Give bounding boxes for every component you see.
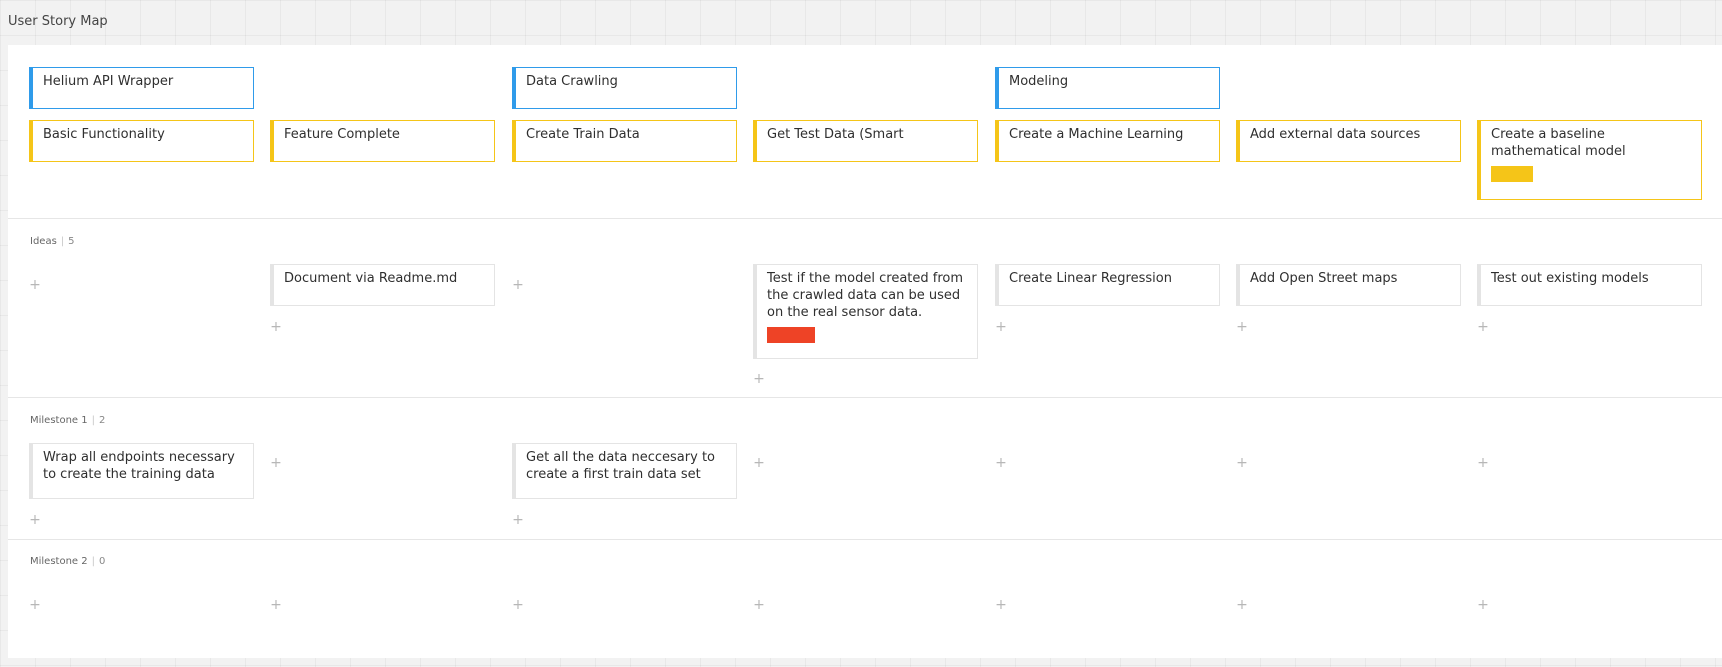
feature-card[interactable]: Create Train Data	[512, 120, 737, 162]
add-card-button[interactable]: +	[752, 598, 766, 612]
color-tag	[1491, 166, 1533, 182]
epic-label: Data Crawling	[526, 74, 618, 89]
add-card-button[interactable]: +	[269, 456, 283, 470]
epic-card[interactable]: Data Crawling	[512, 67, 737, 109]
add-card-button[interactable]: +	[511, 513, 525, 527]
epic-label: Modeling	[1009, 74, 1069, 89]
story-card[interactable]: Create Linear Regression	[995, 264, 1220, 306]
lane-count: 0	[99, 556, 106, 567]
story-card[interactable]: Test out existing models	[1477, 264, 1702, 306]
add-card-button[interactable]: +	[269, 598, 283, 612]
frame-title: User Story Map	[8, 14, 108, 29]
lane-separator: |	[91, 556, 95, 567]
feature-label: Get Test Data (Smart	[767, 127, 904, 142]
lane-label-ideas: Ideas | 5	[30, 236, 75, 247]
feature-label: Add external data sources	[1250, 127, 1421, 142]
epic-label: Helium API Wrapper	[43, 74, 174, 89]
lane-divider	[8, 397, 1722, 398]
feature-label: Create a baseline mathematical model	[1491, 127, 1626, 159]
lane-label-milestone-2: Milestone 2 | 0	[30, 556, 105, 567]
feature-label: Basic Functionality	[43, 127, 165, 142]
epic-card[interactable]: Modeling	[995, 67, 1220, 109]
add-card-button[interactable]: +	[1476, 598, 1490, 612]
add-card-button[interactable]: +	[752, 456, 766, 470]
story-text: Wrap all endpoints necessary to create t…	[43, 450, 235, 482]
feature-card[interactable]: Feature Complete	[270, 120, 495, 162]
add-card-button[interactable]: +	[1235, 456, 1249, 470]
add-card-button[interactable]: +	[752, 372, 766, 386]
add-card-button[interactable]: +	[994, 598, 1008, 612]
lane-divider	[8, 218, 1722, 219]
story-text: Document via Readme.md	[284, 271, 458, 286]
lane-count: 5	[68, 236, 75, 247]
feature-card[interactable]: Basic Functionality	[29, 120, 254, 162]
lane-separator: |	[60, 236, 65, 247]
story-text: Test out existing models	[1491, 271, 1649, 286]
color-tag	[767, 327, 815, 343]
story-text: Test if the model created from the crawl…	[767, 271, 964, 320]
add-card-button[interactable]: +	[269, 320, 283, 334]
lane-divider	[8, 539, 1722, 540]
feature-card[interactable]: Create a baseline mathematical model	[1477, 120, 1702, 200]
feature-card[interactable]: Create a Machine Learning	[995, 120, 1220, 162]
lane-separator: |	[91, 415, 95, 426]
add-card-button[interactable]: +	[511, 278, 525, 292]
story-card[interactable]: Add Open Street maps	[1236, 264, 1461, 306]
lane-name: Milestone 1	[30, 415, 88, 426]
story-map-board: Helium API Wrapper Data Crawling Modelin…	[8, 45, 1722, 658]
story-text: Create Linear Regression	[1009, 271, 1172, 286]
feature-label: Feature Complete	[284, 127, 400, 142]
feature-card[interactable]: Get Test Data (Smart	[753, 120, 978, 162]
story-text: Get all the data neccesary to create a f…	[526, 450, 715, 482]
add-card-button[interactable]: +	[1476, 320, 1490, 334]
lane-label-milestone-1: Milestone 1 | 2	[30, 415, 105, 426]
add-card-button[interactable]: +	[1235, 598, 1249, 612]
add-card-button[interactable]: +	[511, 598, 525, 612]
story-card[interactable]: Wrap all endpoints necessary to create t…	[29, 443, 254, 499]
story-text: Add Open Street maps	[1250, 271, 1398, 286]
lane-count: 2	[99, 415, 106, 426]
story-card[interactable]: Test if the model created from the crawl…	[753, 264, 978, 359]
add-card-button[interactable]: +	[994, 320, 1008, 334]
feature-label: Create Train Data	[526, 127, 640, 142]
add-card-button[interactable]: +	[1476, 456, 1490, 470]
add-card-button[interactable]: +	[1235, 320, 1249, 334]
add-card-button[interactable]: +	[994, 456, 1008, 470]
story-card[interactable]: Get all the data neccesary to create a f…	[512, 443, 737, 499]
lane-name: Ideas	[30, 236, 57, 247]
feature-label: Create a Machine Learning	[1009, 127, 1184, 142]
add-card-button[interactable]: +	[28, 278, 42, 292]
epic-card[interactable]: Helium API Wrapper	[29, 67, 254, 109]
story-card[interactable]: Document via Readme.md	[270, 264, 495, 306]
lane-name: Milestone 2	[30, 556, 88, 567]
add-card-button[interactable]: +	[28, 598, 42, 612]
feature-card[interactable]: Add external data sources	[1236, 120, 1461, 162]
add-card-button[interactable]: +	[28, 513, 42, 527]
